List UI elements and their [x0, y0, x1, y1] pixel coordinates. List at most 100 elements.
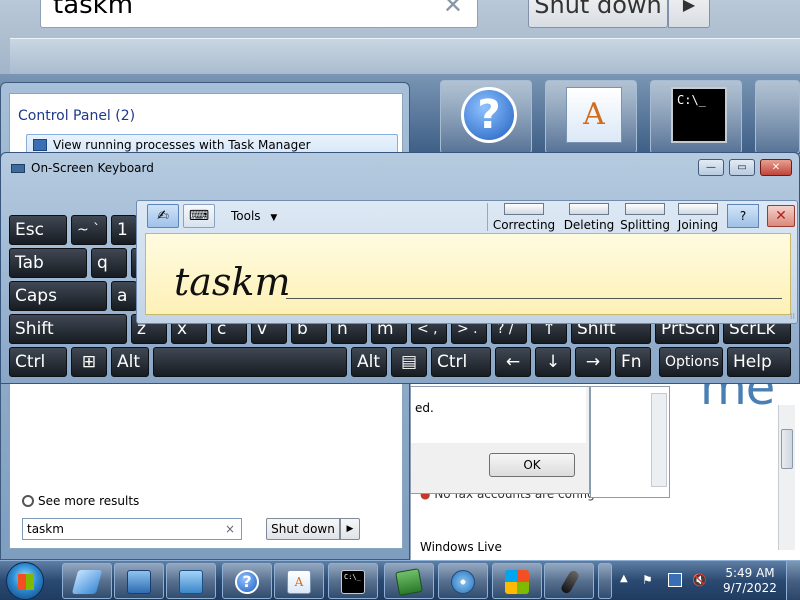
taskbar-button-1[interactable] [62, 563, 112, 599]
tools-menu[interactable]: Tools ▼ [231, 209, 277, 223]
media-disc-icon [451, 570, 475, 594]
key-ctrl[interactable]: Ctrl [9, 347, 67, 377]
start-button[interactable] [6, 562, 44, 600]
handwritten-ink: taskm [174, 260, 291, 304]
deleting-gesture-button[interactable]: Deleting [557, 203, 621, 232]
search-icon [22, 495, 34, 507]
control-panel-group-title: Control Panel (2) [18, 108, 136, 124]
see-more-results-link[interactable]: See more results [22, 494, 139, 508]
key-help[interactable]: Help [727, 347, 791, 377]
ok-button[interactable]: OK [489, 453, 575, 477]
background-help-button: ? [440, 80, 532, 154]
background-search-box: taskm ✕ [40, 0, 478, 28]
start-search-value: taskm [27, 522, 64, 536]
minimize-button[interactable]: — [698, 159, 724, 176]
command-prompt-icon: C:\_ [341, 570, 365, 594]
key-left-arrow[interactable]: ← [495, 347, 531, 377]
key-esc[interactable]: Esc [9, 215, 67, 245]
writing-line [286, 298, 782, 299]
taskbar-speech-button[interactable] [544, 563, 594, 599]
clock-time: 5:49 AM [725, 566, 775, 580]
scrollbar-thumb[interactable] [781, 429, 793, 469]
writing-pad-icon: ✍ [157, 208, 169, 224]
clear-search-icon[interactable]: × [225, 519, 235, 539]
menu-icon: ▤ [400, 352, 418, 372]
key-right-alt[interactable]: Alt [351, 347, 387, 377]
clock-date: 9/7/2022 [723, 581, 777, 595]
help-button[interactable]: ? [727, 204, 759, 228]
show-desktop-button[interactable] [786, 561, 800, 600]
key-q[interactable]: q [91, 248, 127, 278]
help-icon: ? [235, 570, 259, 594]
resize-grip-icon[interactable]: ⁝⁝ [790, 312, 795, 321]
windows-live-scrollbar[interactable] [778, 405, 795, 550]
taskbar-hardware-button[interactable] [384, 563, 434, 599]
start-search-input[interactable]: taskm × [22, 518, 242, 540]
chevron-down-icon: ▼ [270, 213, 278, 223]
taskbar-windows-button[interactable] [492, 563, 542, 599]
key-space[interactable] [153, 347, 347, 377]
close-button[interactable]: ✕ [760, 159, 792, 176]
background-zoom-region: taskm ✕ Shut down ▶ [0, 0, 800, 85]
list-panel [590, 386, 670, 498]
key-options[interactable]: Options [659, 347, 723, 377]
system-clock[interactable]: 5:49 AM 9/7/2022 [720, 566, 780, 596]
microphone-icon [559, 569, 581, 595]
splitting-icon [625, 203, 665, 215]
taskbar-button-2[interactable] [114, 563, 164, 599]
taskbar-media-button[interactable] [438, 563, 488, 599]
tablet-input-panel: ✍ ⌨ Tools ▼ Correcting Deleting Splittin… [136, 200, 798, 324]
writing-pad[interactable]: taskm [145, 233, 791, 315]
taskbar-cmd-button[interactable]: C:\_ [328, 563, 378, 599]
taskbar-wordpad-button[interactable]: A [274, 563, 324, 599]
input-panel-toolbar: ✍ ⌨ Tools ▼ Correcting Deleting Splittin… [141, 203, 795, 232]
key-right-ctrl[interactable]: Ctrl [431, 347, 491, 377]
background-shutdown-arrow-icon: ▶ [668, 0, 710, 28]
windows-logo-icon: ⊞ [81, 352, 97, 372]
key-down-arrow[interactable]: ↓ [535, 347, 571, 377]
command-prompt-icon: C:\_ [671, 87, 727, 143]
network-icon[interactable] [668, 573, 682, 587]
key-alt[interactable]: Alt [111, 347, 149, 377]
key-windows[interactable]: ⊞ [71, 347, 107, 377]
shutdown-options-arrow-icon[interactable]: ▶ [340, 518, 360, 540]
paper-plane-icon [71, 570, 103, 594]
key-fn[interactable]: Fn [615, 347, 651, 377]
writing-pad-mode-button[interactable]: ✍ [147, 204, 179, 228]
key-tab[interactable]: Tab [9, 248, 87, 278]
volume-muted-icon[interactable]: 🔇 [692, 573, 707, 587]
osk-title: On-Screen Keyboard [31, 161, 154, 175]
task-manager-result-label: View running processes with Task Manager [53, 138, 311, 152]
shutdown-button[interactable]: Shut down [266, 518, 340, 540]
taskbar-button-3[interactable] [166, 563, 216, 599]
splitting-gesture-button[interactable]: Splitting [613, 203, 677, 232]
wordpad-icon: A [566, 87, 622, 143]
joining-gesture-button[interactable]: Joining [671, 203, 725, 232]
deleting-label: Deleting [563, 218, 615, 232]
key-shift[interactable]: Shift [9, 314, 127, 344]
key-tilde[interactable]: ~ ` [71, 215, 107, 245]
key-a[interactable]: a [111, 281, 137, 311]
action-center-flag-icon[interactable]: ⚑ [642, 573, 656, 587]
background-cmd-button: C:\_ [650, 80, 742, 154]
taskbar-overflow[interactable] [598, 563, 612, 599]
restore-button[interactable]: ▭ [729, 159, 755, 176]
joining-icon [678, 203, 718, 215]
correcting-icon [504, 203, 544, 215]
touch-keyboard-mode-button[interactable]: ⌨ [183, 204, 215, 228]
key-right-arrow[interactable]: → [575, 347, 611, 377]
taskbar: ? A C:\_ ▲ ⚑ 🔇 5:49 AM 9/7/2022 [0, 560, 800, 600]
taskbar-help-button[interactable]: ? [222, 563, 272, 599]
keyboard-icon [11, 164, 25, 173]
key-1[interactable]: 1 [111, 215, 137, 245]
key-menu[interactable]: ▤ [391, 347, 427, 377]
see-more-label: See more results [38, 494, 140, 508]
input-panel-close-button[interactable]: ✕ [767, 205, 795, 227]
list-scrollbar[interactable] [651, 393, 667, 487]
windows-flag-icon [505, 570, 529, 594]
background-shutdown-button: Shut down [528, 0, 668, 28]
correcting-gesture-button[interactable]: Correcting [491, 203, 557, 232]
key-caps[interactable]: Caps [9, 281, 107, 311]
tools-label: Tools [231, 209, 261, 223]
show-hidden-icons-icon[interactable]: ▲ [620, 573, 628, 584]
